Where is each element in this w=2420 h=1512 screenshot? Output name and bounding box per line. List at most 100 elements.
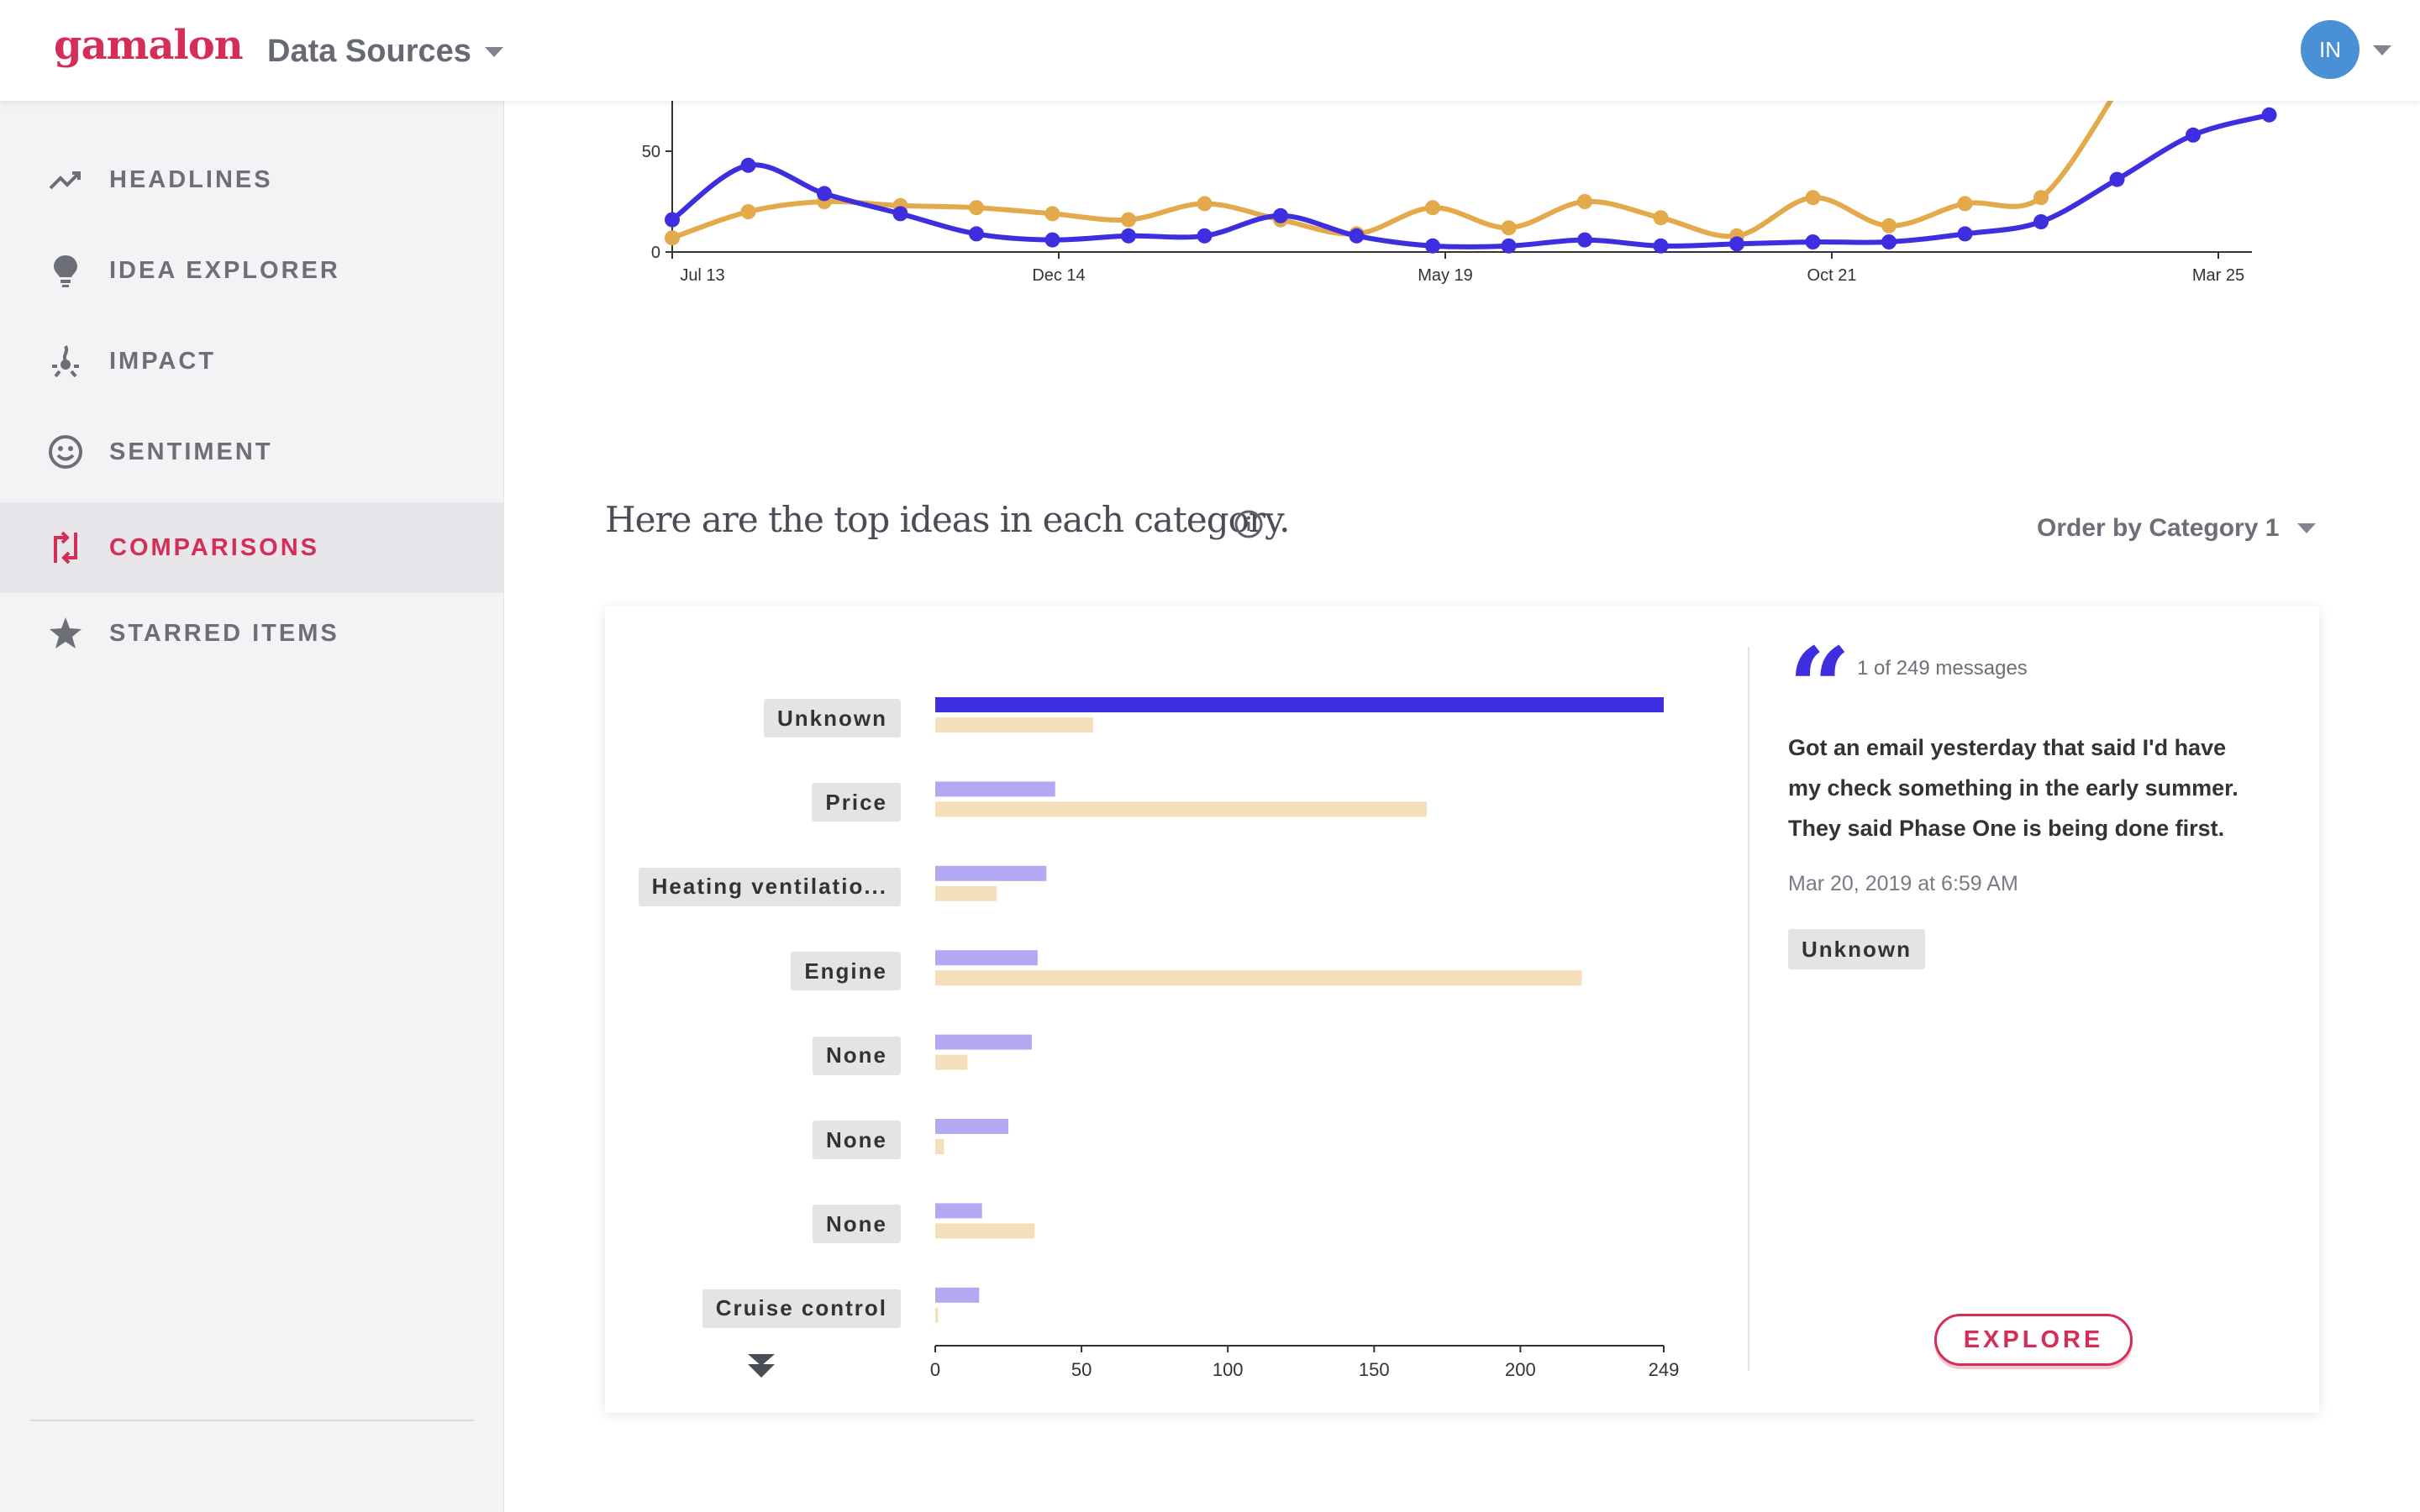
bar-series-2 — [935, 1307, 939, 1323]
series-line-1 — [671, 112, 2270, 250]
series-line-2 — [671, 101, 2114, 241]
data-point — [1425, 200, 1440, 216]
data-point — [2033, 214, 2049, 229]
app-logo[interactable]: gamalon — [54, 22, 244, 69]
data-point — [892, 206, 908, 222]
data-point — [1121, 228, 1136, 244]
data-point — [2033, 190, 2049, 206]
category-label[interactable]: None — [813, 1036, 901, 1075]
data-point — [1957, 196, 1973, 212]
x-tick-label: 249 — [1649, 1359, 1680, 1380]
order-by-dropdown[interactable]: Order by Category 1 — [2037, 514, 2317, 543]
x-tick-label: 150 — [1359, 1359, 1390, 1380]
bar-series-2 — [935, 1223, 1035, 1239]
data-point — [1805, 234, 1821, 249]
y-tick-label: 50 — [642, 143, 660, 161]
data-point — [969, 226, 984, 242]
compare-icon — [47, 529, 84, 566]
bar-series-1 — [935, 1287, 980, 1303]
data-point — [740, 204, 756, 219]
data-sources-dropdown[interactable]: Data Sources — [267, 34, 503, 70]
y-tick-label: 0 — [651, 244, 660, 262]
sidebar-item-comparisons[interactable]: COMPARISONS — [0, 502, 504, 593]
data-point — [1577, 232, 1592, 248]
bar-series-1 — [935, 1034, 1032, 1050]
show-more-icon[interactable] — [744, 1351, 778, 1381]
data-point — [1881, 218, 1897, 234]
user-avatar[interactable]: IN — [2301, 20, 2360, 79]
data-point — [740, 157, 756, 173]
data-point — [2109, 171, 2125, 187]
x-tick-label: 50 — [1071, 1359, 1092, 1380]
data-point — [1044, 232, 1060, 248]
data-point — [1197, 196, 1213, 212]
category-label[interactable]: None — [813, 1205, 901, 1244]
data-point — [1425, 238, 1440, 254]
data-point — [1044, 206, 1060, 222]
category-label[interactable]: Engine — [791, 952, 901, 991]
data-point — [1501, 220, 1517, 236]
sidebar-item-headlines[interactable]: HEADLINES — [0, 134, 504, 225]
account-menu-chevron-icon[interactable] — [2373, 45, 2391, 55]
data-point — [1349, 228, 1365, 244]
x-tick-label: Dec 14 — [1032, 266, 1085, 285]
sidebar-item-label: IDEA EXPLORER — [109, 256, 340, 284]
data-point — [665, 230, 680, 246]
x-tick-label: 0 — [930, 1359, 940, 1380]
x-tick-label: 200 — [1505, 1359, 1536, 1380]
category-label[interactable]: Unknown — [764, 699, 901, 738]
sidebar-item-starred-items[interactable]: STARRED ITEMS — [0, 588, 504, 679]
data-point — [1501, 238, 1517, 254]
chevron-down-icon — [2297, 523, 2317, 533]
sidebar-item-label: IMPACT — [109, 347, 217, 375]
info-icon[interactable] — [1234, 509, 1264, 539]
data-point — [1197, 228, 1213, 244]
data-point — [1121, 212, 1136, 228]
card-divider — [1748, 647, 1749, 1371]
bar-series-1 — [935, 697, 1664, 712]
data-point — [817, 186, 832, 202]
sidebar-item-impact[interactable]: IMPACT — [0, 316, 504, 407]
bar-series-1 — [935, 865, 1047, 881]
sidebar-item-sentiment[interactable]: SENTIMENT — [0, 407, 504, 497]
data-point — [1273, 207, 1288, 223]
message-text: Got an email yesterday that said I'd hav… — [1788, 735, 2238, 841]
data-point — [1653, 238, 1669, 254]
sidebar-item-idea-explorer[interactable]: IDEA EXPLORER — [0, 225, 504, 316]
section-title: Here are the top ideas in each category. — [605, 499, 1290, 540]
bar-series-1 — [935, 950, 1038, 966]
order-by-label: Order by Category 1 — [2037, 514, 2280, 542]
sidebar-item-label: SENTIMENT — [109, 438, 273, 465]
trending-up-icon — [47, 161, 84, 198]
top-bar: gamalon Data Sources IN — [0, 0, 2420, 101]
x-tick-label: Oct 21 — [1807, 266, 1857, 285]
trend-line-chart: 0 50 Jul 13 Dec 14 May 19 Oct 21 Mar 25 — [642, 101, 2277, 285]
data-point — [1881, 234, 1897, 249]
category-label[interactable]: Heating ventilatio... — [638, 867, 901, 906]
bar-series-2 — [935, 801, 1427, 817]
category-label[interactable]: Price — [812, 783, 901, 822]
bar-series-1 — [935, 781, 1055, 797]
message-category-tag[interactable]: Unknown — [1788, 929, 1925, 969]
data-point — [969, 200, 984, 216]
bar-series-2 — [935, 885, 997, 901]
x-tick-label: May 19 — [1418, 266, 1473, 285]
explore-button[interactable]: EXPLORE — [1934, 1314, 2133, 1366]
data-point — [1577, 194, 1592, 209]
bar-series-2 — [935, 1054, 968, 1070]
sidebar-divider — [30, 1420, 474, 1421]
message-date: Mar 20, 2019 at 6:59 AM — [1788, 872, 2018, 895]
category-label[interactable]: Cruise control — [702, 1289, 901, 1328]
bar-series-1 — [935, 1119, 1009, 1134]
bar-series-1 — [935, 1203, 982, 1219]
comparison-bar-chart: 0 50 100 150 200 249 — [930, 697, 1680, 1380]
x-tick-label: Jul 13 — [680, 266, 724, 285]
category-label[interactable]: None — [813, 1121, 901, 1159]
bar-series-2 — [935, 717, 1094, 732]
sidebar-item-label: HEADLINES — [109, 165, 273, 193]
x-tick-label: 100 — [1213, 1359, 1244, 1380]
lightbulb-icon — [47, 252, 84, 289]
quote-icon: “ — [1788, 623, 1851, 752]
sidebar-item-label: COMPARISONS — [109, 533, 319, 561]
smiley-icon — [47, 433, 84, 470]
